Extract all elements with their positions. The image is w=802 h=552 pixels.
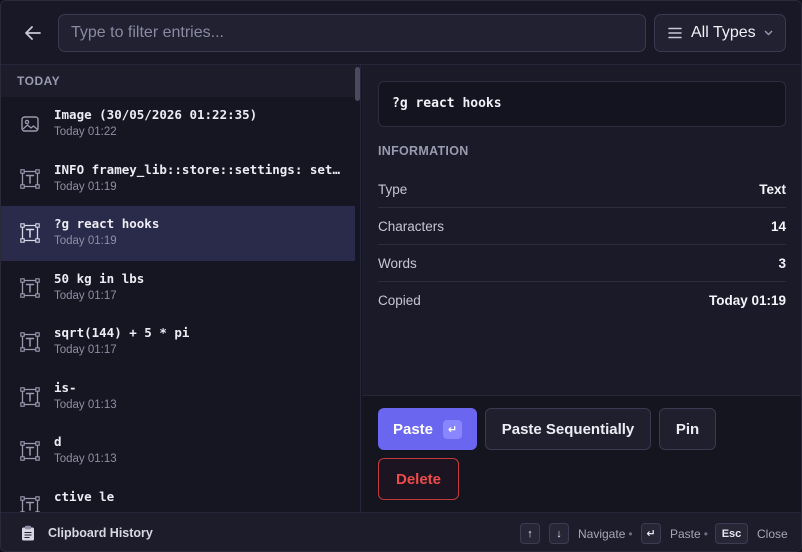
list-item-time: Today 01:13 <box>54 398 117 411</box>
text-icon <box>20 495 40 512</box>
separator-dot: • <box>628 527 633 541</box>
list-item[interactable]: ctive le <box>1 479 355 512</box>
paste-button[interactable]: Paste ↵ <box>378 408 477 450</box>
info-row-type: Type Text <box>378 171 786 208</box>
info-value: 14 <box>770 218 786 234</box>
list-item[interactable]: is- Today 01:13 <box>1 370 355 425</box>
info-row-copied: Copied Today 01:19 <box>378 282 786 319</box>
text-icon <box>20 277 40 298</box>
list-item[interactable]: Image (30/05/2026 01:22:35) Today 01:22 <box>1 97 355 152</box>
list-scrollbar[interactable] <box>355 67 360 101</box>
navigate-hint: Navigate • <box>578 527 633 541</box>
esc-key-icon: Esc <box>715 523 748 544</box>
enter-key-icon: ↵ <box>443 419 463 439</box>
action-bar: Paste ↵ Paste Sequentially Pin Delete <box>362 395 801 512</box>
list-item-title: Image (30/05/2026 01:22:35) <box>54 107 258 122</box>
info-value: 3 <box>778 255 786 271</box>
list-item-title: d <box>54 434 62 449</box>
enter-key-icon: ↵ <box>641 523 661 544</box>
information-heading: INFORMATION <box>378 144 469 158</box>
detail-panel: ?g react hooks INFORMATION Type Text Cha… <box>362 65 801 395</box>
info-key: Words <box>378 255 417 271</box>
paste-hint-label: Paste <box>670 527 701 541</box>
type-filter-select[interactable]: All Types <box>654 14 786 52</box>
info-value: Text <box>759 181 786 197</box>
type-filter-label: All Types <box>691 24 756 41</box>
list-item-time: Today 01:22 <box>54 126 117 138</box>
text-icon <box>20 332 40 352</box>
content-preview: ?g react hooks <box>378 81 786 127</box>
info-key: Copied <box>378 293 421 308</box>
footer-bar: Clipboard History ↑ ↓ Navigate • ↵ Paste •… <box>1 512 801 551</box>
text-icon <box>20 168 40 189</box>
separator-dot: • <box>703 527 708 541</box>
list-item-title: sqrt(144) + 5 * pi <box>54 325 190 340</box>
search-input[interactable] <box>58 14 646 52</box>
list-item[interactable]: INFO framey_lib::store::settings: setti…… <box>1 152 355 207</box>
paste-sequentially-button[interactable]: Paste Sequentially <box>485 408 651 450</box>
text-icon <box>20 441 40 461</box>
list-item-title: INFO framey_lib::store::settings: setti… <box>54 161 344 177</box>
footer-title: Clipboard History <box>48 526 153 540</box>
list-item-time: Today 01:17 <box>54 344 117 356</box>
arrow-up-key-icon: ↑ <box>520 523 540 544</box>
info-key: Characters <box>378 218 445 234</box>
list-item-title: 50 kg in lbs <box>54 270 145 286</box>
list-item-time: Today 01:17 <box>54 289 117 302</box>
info-row-words: Words 3 <box>378 245 786 282</box>
clipboard-history-window: All Types TODAY Image (30/05/2026 01:22:… <box>0 0 802 552</box>
chevron-down-icon <box>764 28 773 39</box>
list-item[interactable]: ?g react hooks Today 01:19 <box>1 206 355 261</box>
list-item-title: ctive le <box>54 488 115 504</box>
list-item-title: is- <box>54 379 77 395</box>
text-icon <box>20 386 40 407</box>
navigate-hint-label: Navigate <box>578 527 626 541</box>
entries-list: TODAY Image (30/05/2026 01:22:35) Today 0… <box>1 65 361 512</box>
menu-lines-icon <box>668 27 682 39</box>
list-item[interactable]: 50 kg in lbs Today 01:17 <box>1 261 355 316</box>
close-hint: Close <box>757 527 788 541</box>
image-icon <box>20 114 40 134</box>
info-row-characters: Characters 14 <box>378 208 786 245</box>
paste-hint: Paste • <box>670 527 708 541</box>
list-item-title: ?g react hooks <box>54 216 160 231</box>
list-item-time: Today 01:19 <box>54 180 117 193</box>
list-item-time: Today 01:13 <box>54 453 117 465</box>
info-value: Today 01:19 <box>708 293 786 308</box>
back-button[interactable] <box>19 19 47 47</box>
information-table: Type Text Characters 14 Words 3 Copied T… <box>378 171 786 319</box>
text-icon <box>20 223 40 243</box>
pin-button[interactable]: Pin <box>659 408 716 450</box>
arrow-down-key-icon: ↓ <box>549 523 569 544</box>
section-header-today: TODAY <box>1 65 360 97</box>
list-item[interactable]: d Today 01:13 <box>1 424 355 479</box>
paste-button-label: Paste <box>392 420 434 438</box>
list-item[interactable]: sqrt(144) + 5 * pi Today 01:17 <box>1 315 355 370</box>
info-key: Type <box>378 181 408 197</box>
arrow-left-icon <box>25 26 41 40</box>
clipboard-icon <box>22 525 34 541</box>
list-item-time: Today 01:19 <box>54 235 117 247</box>
delete-button[interactable]: Delete <box>378 458 459 500</box>
top-bar: All Types <box>1 1 801 65</box>
